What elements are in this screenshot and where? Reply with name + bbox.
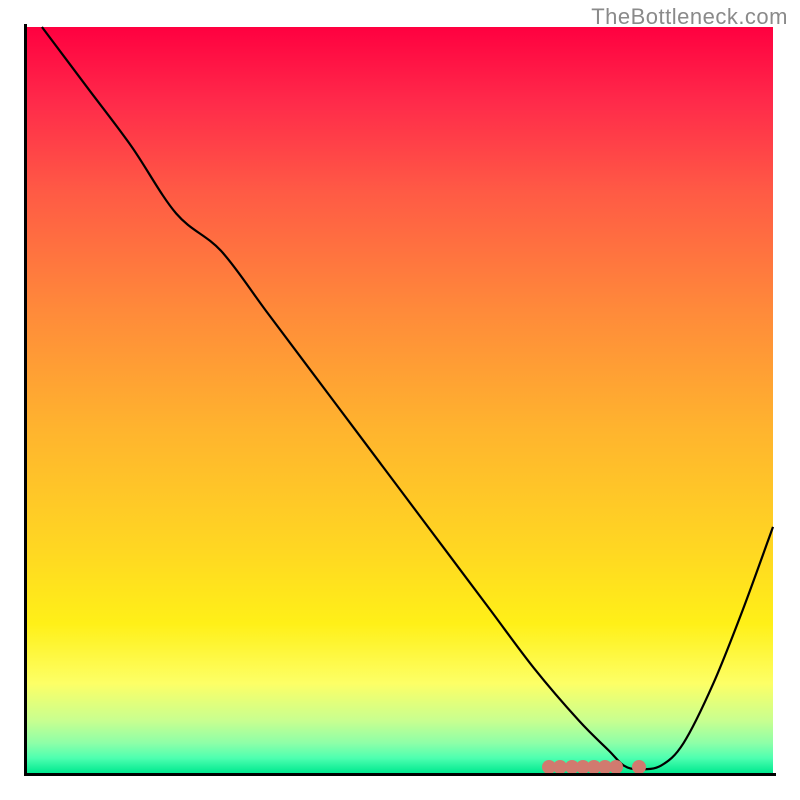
- curve-layer: [27, 27, 773, 773]
- axis-left: [24, 24, 27, 776]
- chart-container: TheBottleneck.com: [0, 0, 800, 800]
- bottleneck-curve: [42, 27, 773, 769]
- axis-bottom: [24, 773, 776, 776]
